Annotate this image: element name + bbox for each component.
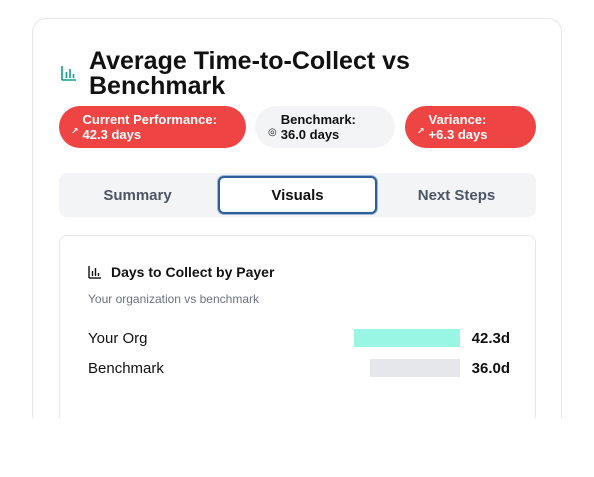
badge-value: 42.3 days: [82, 127, 142, 142]
bar-chart-icon: [61, 66, 76, 81]
tab-summary[interactable]: Summary: [59, 173, 216, 217]
row-value: 36.0d: [471, 360, 510, 377]
tab-visuals[interactable]: Visuals: [218, 176, 377, 214]
trending-up-icon: ↗: [417, 125, 425, 136]
row-label: Your Org: [88, 330, 148, 347]
trending-up-icon: ↗: [71, 125, 79, 136]
comparison-row-benchmark: Benchmark 36.0d: [88, 358, 510, 378]
visuals-panel: Days to Collect by Payer Your organizati…: [59, 235, 536, 418]
page-title: Average Time-to-Collect vs Benchmark: [89, 47, 410, 100]
metric-card: Average Time-to-Collect vs Benchmark ↗ C…: [32, 18, 562, 418]
variance-badge: ↗ Variance: +6.3 days: [405, 106, 536, 148]
card-header: Average Time-to-Collect vs Benchmark: [61, 49, 531, 99]
your-org-bar: [354, 329, 460, 347]
row-value: 42.3d: [471, 330, 510, 347]
row-label: Benchmark: [88, 360, 164, 377]
badge-label: Variance:: [428, 112, 487, 127]
bar-chart-icon: [88, 266, 101, 279]
badge-label: Current Performance:: [82, 112, 217, 127]
badge-value: +6.3 days: [428, 127, 488, 142]
panel-header: Days to Collect by Payer: [88, 264, 274, 280]
target-icon: ◎: [268, 126, 277, 138]
badge-label: Benchmark:: [280, 112, 356, 127]
tab-bar: Summary Visuals Next Steps: [59, 173, 536, 217]
comparison-row-your-org: Your Org 42.3d: [88, 328, 510, 348]
metric-badges: ↗ Current Performance: 42.3 days ◎ Bench…: [59, 106, 539, 150]
panel-subtitle: Your organization vs benchmark: [88, 292, 259, 306]
benchmark-badge: ◎ Benchmark: 36.0 days: [255, 106, 395, 148]
badge-value: 36.0 days: [280, 127, 340, 142]
benchmark-bar: [370, 359, 460, 377]
panel-title: Days to Collect by Payer: [111, 264, 275, 280]
current-performance-badge: ↗ Current Performance: 42.3 days: [59, 106, 246, 148]
tab-next-steps[interactable]: Next Steps: [377, 173, 536, 217]
